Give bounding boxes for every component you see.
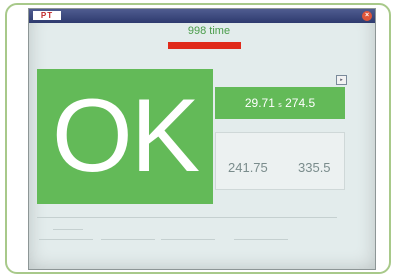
verdict-text: OK — [51, 78, 200, 194]
footer-divider — [37, 217, 337, 218]
primary-value-2: 274.5 — [285, 96, 316, 110]
primary-result-box: 29.71 s 274.5 — [215, 87, 345, 119]
verdict-panel: OK — [37, 69, 213, 204]
primary-value: 29.71 — [244, 96, 275, 110]
detail-button[interactable]: ▸ — [336, 75, 347, 85]
field-underline-4 — [161, 239, 215, 240]
primary-unit: s — [278, 102, 282, 109]
close-button[interactable]: × — [362, 11, 372, 21]
alarm-indicator-bar — [168, 42, 241, 49]
field-underline-3 — [101, 239, 155, 240]
secondary-result-panel: 241.75 335.5 — [215, 132, 345, 190]
field-underline-5 — [234, 239, 288, 240]
primary-result-readout: 29.71 s 274.5 — [215, 96, 345, 113]
field-underline-2 — [39, 239, 93, 240]
title-bar: PT × — [29, 9, 375, 23]
sub-value-1: 241.75 — [228, 160, 268, 175]
brand-logo: PT — [33, 11, 61, 20]
field-underline-1 — [53, 229, 83, 230]
cycle-counter: 998 time — [187, 25, 231, 37]
sub-value-2: 335.5 — [298, 160, 331, 175]
hmi-screen: PT × 998 time OK ▸ 29.71 s 274.5 241.75 … — [28, 8, 376, 270]
